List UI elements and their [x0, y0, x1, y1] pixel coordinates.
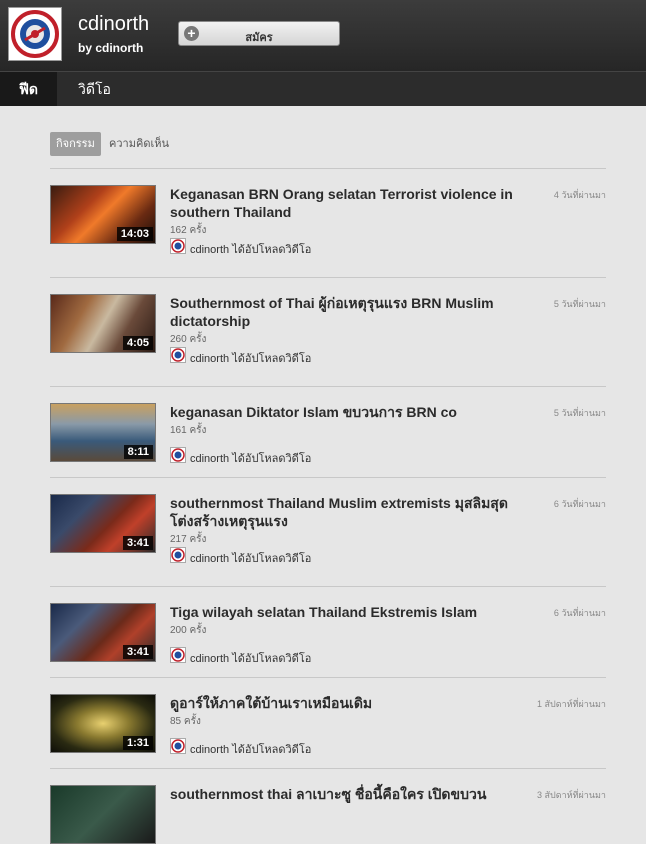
video-thumbnail[interactable]: 1:31 — [50, 694, 156, 753]
channel-logo[interactable] — [8, 7, 62, 61]
uploader-text[interactable]: cdinorth ได้อัปโหลดวิดีโอ — [190, 240, 311, 258]
uploader-text[interactable]: cdinorth ได้อัปโหลดวิดีโอ — [190, 740, 311, 758]
video-duration: 8:11 — [123, 445, 153, 459]
post-time: 5 วันที่ผ่านมา — [553, 408, 606, 418]
view-count: 162 ครั้ง — [170, 225, 207, 236]
video-thumbnail[interactable]: 8:11 — [50, 403, 156, 462]
emblem-icon — [171, 648, 185, 662]
feed-item: 8:11 keganasan Diktator Islam ขบวนการ BR… — [50, 387, 606, 478]
post-time: 5 วันที่ผ่านมา — [553, 299, 606, 309]
subscribe-label: สมัคร — [245, 32, 273, 44]
tab-feed[interactable]: ฟีด — [0, 72, 58, 106]
feed-item: 4:05 Southernmost of Thai ผู้ก่อเหตุรุนแ… — [50, 278, 606, 387]
filter-activity[interactable]: กิจกรรม — [50, 132, 101, 156]
uploader-text[interactable]: cdinorth ได้อัปโหลดวิดีโอ — [190, 449, 311, 467]
tab-videos[interactable]: วิดีโอ — [59, 72, 130, 106]
uploader-avatar[interactable] — [170, 347, 186, 363]
view-count: 85 ครั้ง — [170, 716, 201, 727]
post-time: 1 สัปดาห์ที่ผ่านมา — [537, 699, 606, 709]
feed-item: 3:41 Tiga wilayah selatan Thailand Ekstr… — [50, 587, 606, 678]
feed-item: 14:03 Keganasan BRN Orang selatan Terror… — [50, 169, 606, 278]
filter-comments[interactable]: ความคิดเห็น — [103, 132, 175, 156]
video-thumbnail[interactable]: 4:05 — [50, 294, 156, 353]
emblem-icon — [171, 548, 185, 562]
feed-filters: กิจกรรม ความคิดเห็น — [50, 106, 606, 169]
video-duration: 1:31 — [122, 736, 153, 750]
uploader-text[interactable]: cdinorth ได้อัปโหลดวิดีโอ — [190, 349, 311, 367]
feed-content: กิจกรรม ความคิดเห็น 14:03 Keganasan BRN … — [50, 106, 606, 844]
uploader-avatar[interactable] — [170, 547, 186, 563]
channel-name[interactable]: cdinorth — [78, 13, 149, 36]
video-duration: 3:41 — [122, 645, 153, 659]
view-count: 200 ครั้ง — [170, 625, 207, 636]
uploader-avatar[interactable] — [170, 238, 186, 254]
feed-item: 1:31 ดูอาร์ให้ภาคใต้บ้านเราเหมือนเดิม 85… — [50, 678, 606, 769]
video-thumbnail[interactable] — [50, 785, 156, 844]
uploader-text[interactable]: cdinorth ได้อัปโหลดวิดีโอ — [190, 549, 311, 567]
video-title[interactable]: ดูอาร์ให้ภาคใต้บ้านเราเหมือนเดิม — [170, 694, 520, 712]
subscribe-button[interactable]: + สมัคร — [178, 21, 340, 46]
emblem-icon — [171, 739, 185, 753]
video-title[interactable]: Keganasan BRN Orang selatan Terrorist vi… — [170, 185, 520, 221]
video-duration: 4:05 — [122, 336, 153, 350]
emblem-icon — [11, 10, 59, 58]
video-title[interactable]: southernmost thai ลาเบาะซู ชื่อนี้คือใคร… — [170, 785, 520, 803]
video-duration: 14:03 — [116, 227, 153, 241]
uploader-avatar[interactable] — [170, 738, 186, 754]
feed-item: southernmost thai ลาเบาะซู ชื่อนี้คือใคร… — [50, 769, 606, 844]
post-time: 4 วันที่ผ่านมา — [553, 190, 606, 200]
emblem-icon — [171, 348, 185, 362]
video-thumbnail[interactable]: 3:41 — [50, 603, 156, 662]
channel-by-line: by cdinorth — [78, 41, 144, 55]
view-count: 217 ครั้ง — [170, 534, 207, 545]
video-duration: 3:41 — [122, 536, 153, 550]
post-time: 6 วันที่ผ่านมา — [553, 499, 606, 509]
uploader-avatar[interactable] — [170, 647, 186, 663]
video-title[interactable]: Southernmost of Thai ผู้ก่อเหตุรุนแรง BR… — [170, 294, 520, 330]
video-thumbnail[interactable]: 3:41 — [50, 494, 156, 553]
emblem-icon — [171, 448, 185, 462]
channel-nav: ฟีด วิดีโอ — [0, 71, 646, 106]
post-time: 3 สัปดาห์ที่ผ่านมา — [537, 790, 606, 800]
view-count: 260 ครั้ง — [170, 334, 207, 345]
video-title[interactable]: southernmost Thailand Muslim extremists … — [170, 494, 520, 530]
video-title[interactable]: keganasan Diktator Islam ขบวนการ BRN co — [170, 403, 520, 421]
post-time: 6 วันที่ผ่านมา — [553, 608, 606, 618]
emblem-icon — [171, 239, 185, 253]
feed-item: 3:41 southernmost Thailand Muslim extrem… — [50, 478, 606, 587]
view-count: 161 ครั้ง — [170, 425, 207, 436]
video-thumbnail[interactable]: 14:03 — [50, 185, 156, 244]
uploader-text[interactable]: cdinorth ได้อัปโหลดวิดีโอ — [190, 649, 311, 667]
channel-header: cdinorth by cdinorth + สมัคร — [0, 0, 646, 71]
uploader-avatar[interactable] — [170, 447, 186, 463]
video-title[interactable]: Tiga wilayah selatan Thailand Ekstremis … — [170, 603, 520, 621]
